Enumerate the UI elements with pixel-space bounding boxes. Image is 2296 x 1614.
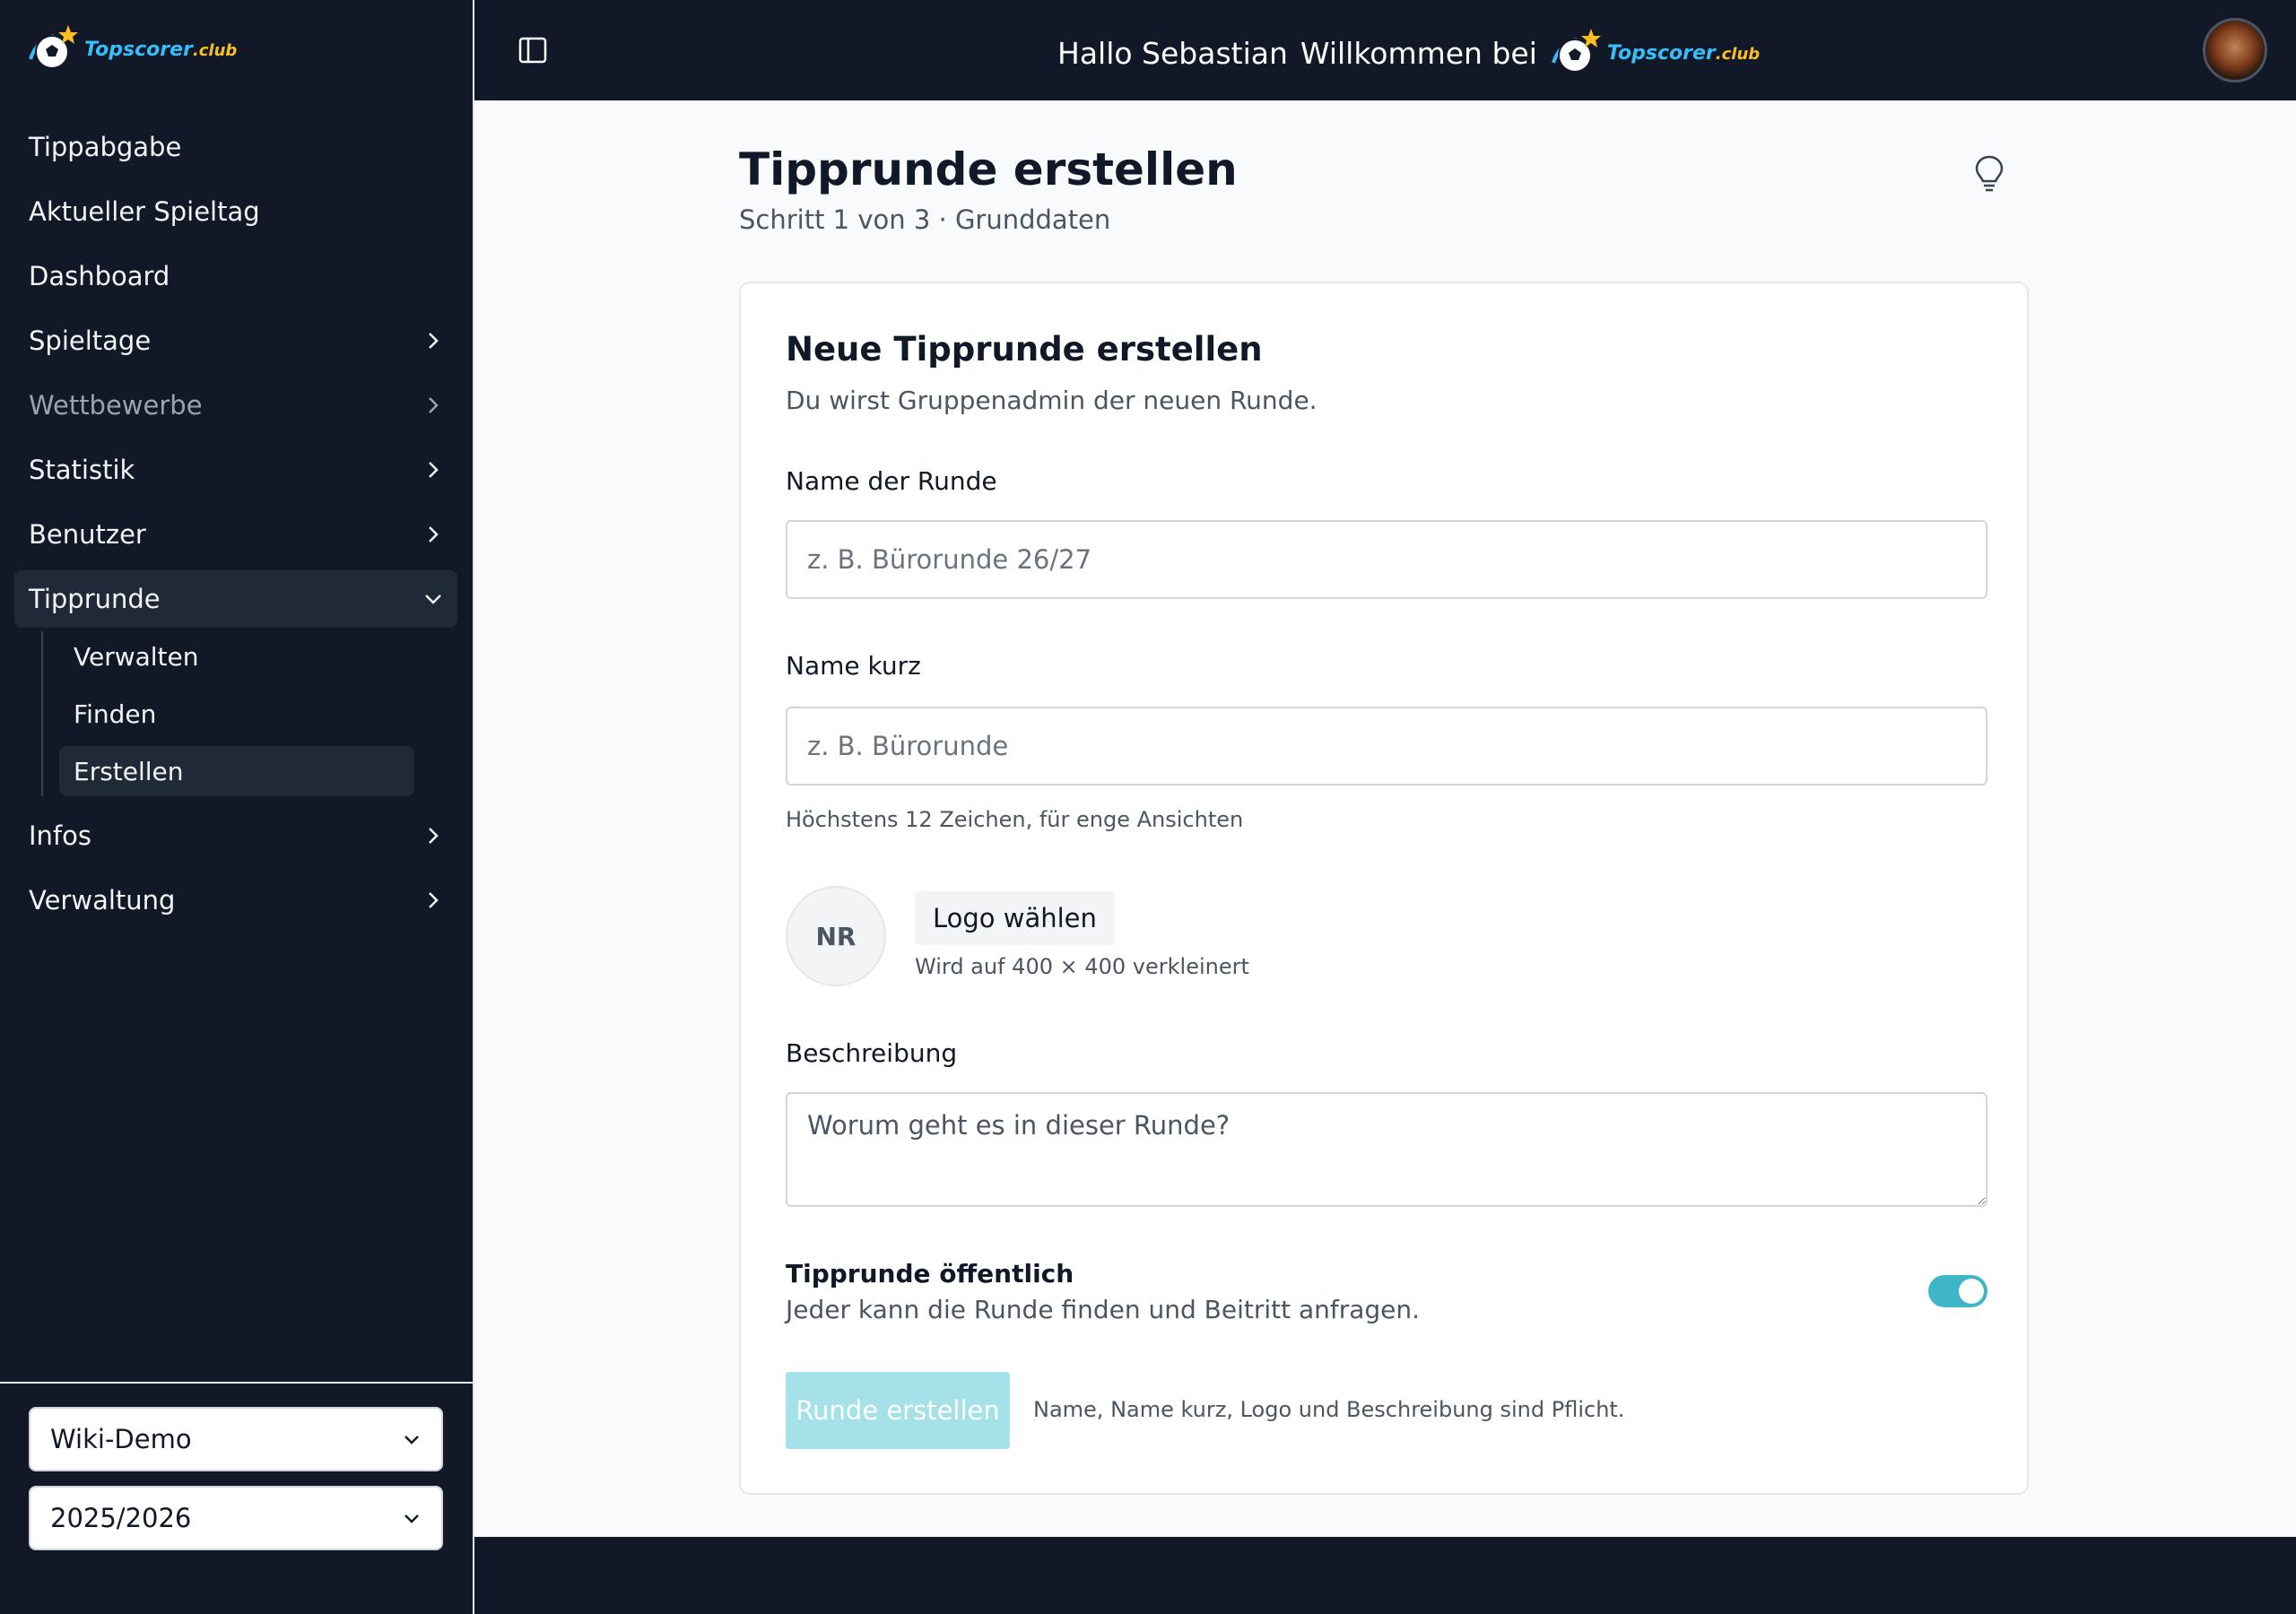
sidebar-toggle-icon[interactable]: [517, 34, 549, 66]
header-greeting: Hallo Sebastian Willkommen bei Topscorer…: [1057, 27, 1760, 79]
brand-logo[interactable]: Topscorer.club: [27, 23, 237, 75]
create-round-button[interactable]: Runde erstellen: [786, 1372, 1010, 1449]
chevron-right-icon: [429, 397, 439, 413]
logo-hint: Wird auf 400 × 400 verkleinert: [915, 954, 1249, 979]
top-header: Hallo Sebastian Willkommen bei Topscorer…: [474, 0, 2296, 100]
sidebar-item-statistik[interactable]: Statistik: [14, 441, 457, 499]
chevron-right-icon: [429, 828, 439, 844]
group-select[interactable]: Wiki-Demo: [29, 1407, 443, 1471]
sidebar: Topscorer.club Tippabgabe Aktueller Spie…: [0, 0, 473, 1614]
sidebar-divider: [473, 0, 474, 1614]
logo-preview: NR: [786, 886, 886, 986]
lightbulb-icon[interactable]: [1973, 154, 2005, 194]
submit-hint: Name, Name kurz, Logo und Beschreibung s…: [1033, 1397, 1625, 1422]
short-name-hint: Höchstens 12 Zeichen, für enge Ansichten: [786, 807, 1244, 832]
choose-logo-button[interactable]: Logo wählen: [915, 891, 1115, 945]
page-title: Tipprunde erstellen: [739, 143, 1238, 195]
public-toggle-title: Tipprunde öffentlich: [786, 1259, 1074, 1289]
tipprunde-subnav: Verwalten Finden Erstellen: [41, 631, 457, 796]
brand-name: Topscorer.club: [84, 38, 238, 61]
sidebar-item-dashboard[interactable]: Dashboard: [14, 247, 457, 305]
name-label: Name der Runde: [786, 466, 997, 496]
card-title: Neue Tipprunde erstellen: [786, 330, 1263, 369]
chevron-right-icon: [429, 892, 439, 908]
footer: [474, 1537, 2296, 1614]
soccer-ball-icon: [29, 25, 78, 69]
short-name-label: Name kurz: [786, 651, 921, 681]
chevron-right-icon: [429, 462, 439, 478]
sidebar-item-spieltage[interactable]: Spieltage: [14, 312, 457, 369]
sidebar-item-aktueller-spieltag[interactable]: Aktueller Spieltag: [14, 183, 457, 240]
chevron-down-icon: [425, 594, 441, 604]
sidebar-nav: Tippabgabe Aktueller Spieltag Dashboard …: [14, 118, 457, 936]
sidebar-item-benutzer[interactable]: Benutzer: [14, 506, 457, 563]
chevron-right-icon: [429, 333, 439, 349]
page-step: Schritt 1 von 3 · Grunddaten: [739, 204, 1111, 235]
switch-knob: [1959, 1279, 1984, 1304]
header-brand-logo: Topscorer.club: [1550, 27, 1760, 79]
description-label: Beschreibung: [786, 1038, 958, 1068]
sidebar-item-tipprunde[interactable]: Tipprunde: [14, 570, 457, 628]
create-round-card: Neue Tipprunde erstellen Du wirst Gruppe…: [739, 282, 2029, 1495]
chevron-down-icon: [404, 1436, 419, 1445]
sidebar-subitem-finden[interactable]: Finden: [59, 689, 414, 739]
card-subtitle: Du wirst Gruppenadmin der neuen Runde.: [786, 386, 1318, 415]
sidebar-bottom: Wiki-Demo 2025/2026: [0, 1382, 473, 1614]
sidebar-item-verwaltung[interactable]: Verwaltung: [14, 872, 457, 929]
sidebar-item-infos[interactable]: Infos: [14, 807, 457, 864]
public-toggle-switch[interactable]: [1928, 1275, 1987, 1307]
sidebar-subitem-verwalten[interactable]: Verwalten: [59, 631, 414, 681]
public-toggle-description: Jeder kann die Runde finden und Beitritt…: [786, 1295, 1421, 1324]
sidebar-item-wettbewerbe[interactable]: Wettbewerbe: [14, 377, 457, 434]
brand-name: Topscorer.club: [1606, 41, 1761, 65]
chevron-right-icon: [429, 526, 439, 542]
user-avatar[interactable]: [2203, 18, 2267, 82]
description-textarea[interactable]: [786, 1092, 1987, 1207]
chevron-down-icon: [404, 1514, 419, 1523]
short-name-input[interactable]: [786, 707, 1987, 785]
soccer-ball-icon: [1551, 29, 1601, 73]
name-input[interactable]: [786, 520, 1987, 599]
sidebar-item-tippabgabe[interactable]: Tippabgabe: [14, 118, 457, 176]
season-select[interactable]: 2025/2026: [29, 1486, 443, 1550]
sidebar-subitem-erstellen[interactable]: Erstellen: [59, 746, 414, 796]
